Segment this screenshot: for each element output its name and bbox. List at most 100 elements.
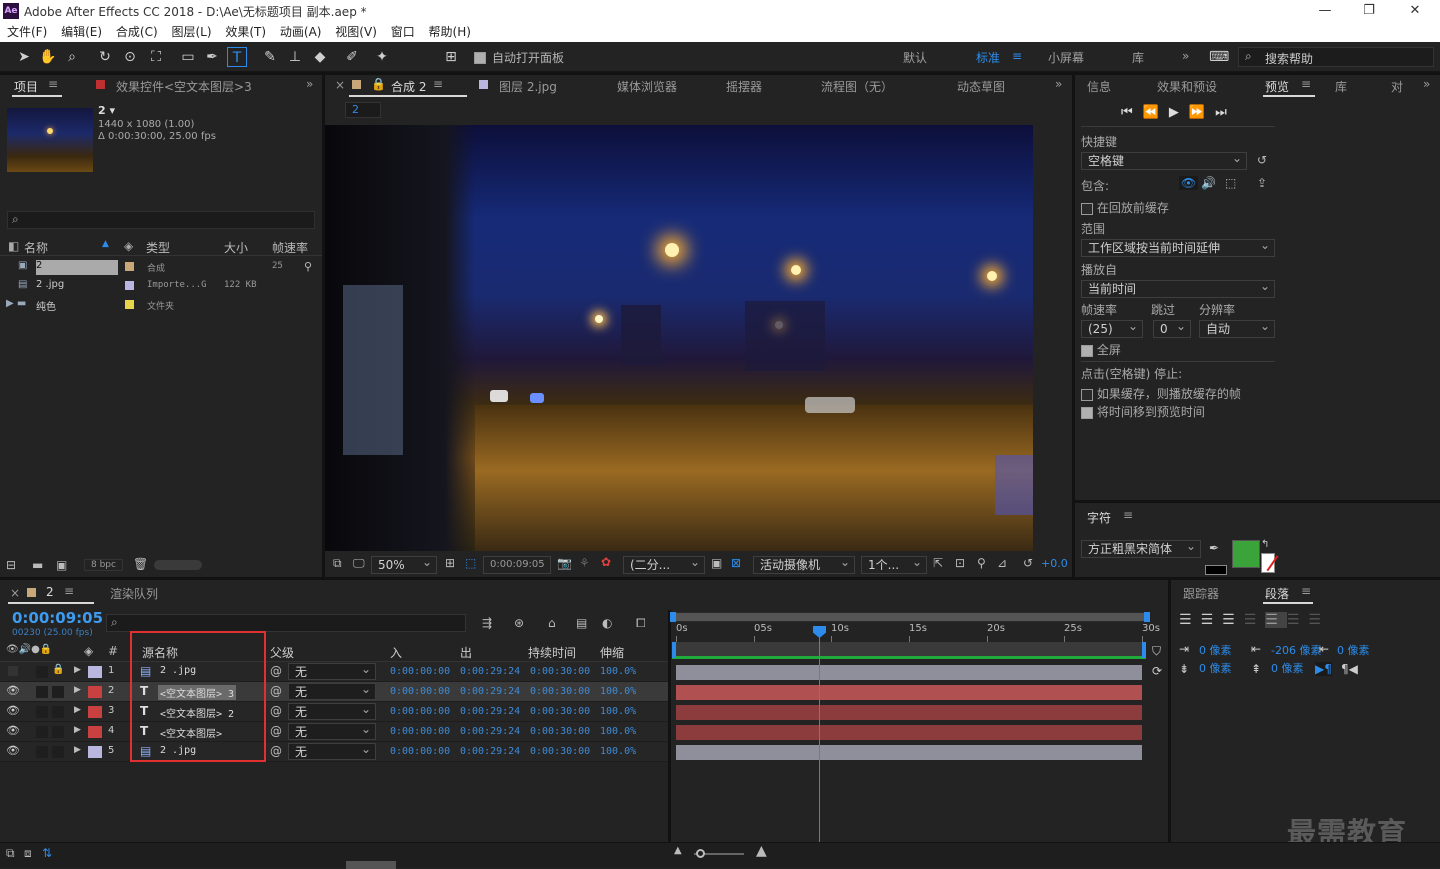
- col-parent[interactable]: 父级: [270, 644, 294, 661]
- reset-exposure-icon[interactable]: ↺: [1023, 556, 1033, 570]
- layer-stretch[interactable]: 100.0%: [600, 746, 636, 757]
- panel-more-icon[interactable]: »: [1423, 77, 1430, 91]
- panel-more-icon[interactable]: »: [306, 77, 313, 91]
- lock-toggle[interactable]: [52, 686, 64, 698]
- layer-stretch[interactable]: 100.0%: [600, 686, 636, 697]
- tab-effects-presets[interactable]: 效果和预设: [1157, 78, 1217, 95]
- layer-duration-bar[interactable]: [676, 745, 1142, 760]
- views-dropdown[interactable]: 1个...: [861, 554, 927, 574]
- fps-dropdown[interactable]: (25): [1081, 318, 1143, 338]
- swap-colors-icon[interactable]: ↰: [1261, 539, 1269, 550]
- space-before-value[interactable]: 0 像素: [1199, 660, 1232, 676]
- layer-in-time[interactable]: 0:00:00:00: [390, 746, 450, 757]
- space-after-value[interactable]: 0 像素: [1271, 660, 1304, 676]
- lock-toggle[interactable]: [52, 706, 64, 718]
- fast-preview-icon[interactable]: ⇱: [933, 556, 943, 570]
- timeline-timecode[interactable]: 0:00:09:05: [12, 609, 103, 627]
- zoom-dropdown[interactable]: 50%: [371, 554, 437, 574]
- motion-blur-icon[interactable]: ◐: [602, 616, 612, 630]
- timeline-menu-icon[interactable]: ≡: [64, 584, 74, 598]
- auto-open-checkbox[interactable]: [474, 50, 486, 64]
- navigator-start-handle[interactable]: [670, 612, 676, 622]
- camera-dropdown[interactable]: 活动摄像机: [753, 554, 855, 574]
- fullscreen-checkbox[interactable]: 全屏: [1081, 341, 1121, 358]
- project-item-row[interactable]: ▣ 2 合成 25 ⚲: [0, 258, 322, 277]
- parent-dropdown[interactable]: 无: [288, 741, 376, 760]
- parent-dropdown[interactable]: 无: [288, 701, 376, 720]
- layer-duration[interactable]: 0:00:30:00: [530, 666, 590, 677]
- restore-button[interactable]: ❐: [1354, 2, 1384, 20]
- tab-preview[interactable]: 预览: [1265, 78, 1289, 95]
- col-in[interactable]: 入: [390, 644, 402, 661]
- first-frame-icon[interactable]: ⏮: [1121, 105, 1143, 120]
- eraser-tool-icon[interactable]: ◆: [310, 47, 330, 67]
- solo-toggle[interactable]: [36, 726, 48, 738]
- current-time-display[interactable]: 0:00:09:05: [483, 556, 551, 574]
- justify-right-icon[interactable]: ☰: [1287, 612, 1309, 628]
- layer-stretch[interactable]: 100.0%: [600, 666, 636, 677]
- comp-mini-flowchart-icon[interactable]: ⇶: [482, 616, 492, 630]
- workspace-library[interactable]: 库: [1132, 49, 1144, 66]
- pickwhip-icon[interactable]: @: [270, 704, 282, 718]
- parent-dropdown[interactable]: 无: [288, 721, 376, 740]
- label-col-icon[interactable]: ◧: [8, 239, 19, 253]
- tab-motion-sketch[interactable]: 动态草图: [957, 78, 1005, 95]
- tab-timeline-comp[interactable]: 2: [46, 585, 54, 599]
- cache-option-checkbox[interactable]: 如果缓存，则播放缓存的帧: [1081, 385, 1241, 402]
- layer-duration-bar[interactable]: [676, 725, 1142, 740]
- menu-layer[interactable]: 图层(L): [171, 22, 211, 42]
- tab-paragraph[interactable]: 段落: [1265, 585, 1289, 602]
- channel-icon[interactable]: ✿: [601, 555, 611, 569]
- col-out[interactable]: 出: [460, 644, 472, 661]
- transparency-grid-icon[interactable]: ⊠: [731, 556, 741, 570]
- layer-duration[interactable]: 0:00:30:00: [530, 726, 590, 737]
- indent-first-value[interactable]: -206 像素: [1271, 642, 1321, 658]
- pan-behind-tool-icon[interactable]: ⛶: [146, 47, 166, 67]
- workspace-standard[interactable]: 标准: [976, 49, 1000, 66]
- panel-icon[interactable]: ⊞: [441, 47, 461, 67]
- layer-duration-bar[interactable]: [676, 665, 1142, 680]
- close-tab-icon[interactable]: ×: [10, 586, 20, 600]
- comp-marker-icon[interactable]: ⛉: [1152, 644, 1161, 659]
- roi-icon[interactable]: ▣: [711, 556, 722, 570]
- timeline-layer-row[interactable]: 👁 ▶ 2 T <空文本图层> 3 @ 无 0:00:00:00 0:00:29…: [0, 681, 668, 702]
- region-icon[interactable]: ⬚: [465, 556, 476, 570]
- puppet-pin-tool-icon[interactable]: ✦: [372, 47, 392, 67]
- tab-composition[interactable]: 合成 2: [391, 78, 426, 95]
- layer-label-color[interactable]: [88, 726, 102, 738]
- bpc-button[interactable]: 8 bpc: [84, 559, 123, 571]
- lock-toggle[interactable]: [52, 726, 64, 738]
- workspace-small[interactable]: 小屏幕: [1048, 49, 1084, 66]
- menu-composition[interactable]: 合成(C): [116, 22, 158, 42]
- layer-switches-icon[interactable]: ⧉: [6, 846, 15, 861]
- thumbnail-slider[interactable]: [154, 560, 202, 570]
- layer-duration[interactable]: 0:00:30:00: [530, 706, 590, 717]
- layer-out-time[interactable]: 0:00:29:24: [460, 686, 520, 697]
- lock-icon[interactable]: 🔒: [371, 77, 386, 91]
- expand-arrow-icon[interactable]: ▶: [74, 685, 81, 695]
- project-item-row[interactable]: ▶ ▬ 纯色 文件夹: [0, 296, 322, 315]
- resolution-dropdown[interactable]: 自动: [1199, 318, 1275, 338]
- layer-out-time[interactable]: 0:00:29:24: [460, 706, 520, 717]
- ltr-direction-icon[interactable]: ▶¶: [1315, 662, 1332, 676]
- preview-menu-icon[interactable]: ≡: [1301, 77, 1311, 91]
- monitor-icon[interactable]: 🖵: [353, 556, 365, 571]
- project-item-row[interactable]: ▤ 2 .jpg Importe...G 122 KB: [0, 277, 322, 296]
- frame-blending-icon[interactable]: ▤: [576, 616, 587, 630]
- zoom-out-icon[interactable]: ▲: [674, 845, 682, 856]
- move-time-checkbox[interactable]: 将时间移到预览时间: [1081, 403, 1205, 420]
- menu-view[interactable]: 视图(V): [335, 22, 377, 42]
- visibility-eye-icon[interactable]: 👁: [6, 724, 20, 737]
- zoom-slider[interactable]: [694, 849, 744, 858]
- hand-tool-icon[interactable]: ✋: [38, 47, 58, 67]
- solo-toggle[interactable]: [36, 666, 48, 678]
- interpret-footage-icon[interactable]: ⊟: [6, 558, 16, 572]
- zoom-tool-icon[interactable]: ⌕: [62, 47, 82, 67]
- col-stretch[interactable]: 伸缩: [600, 644, 624, 661]
- new-folder-icon[interactable]: ▬: [32, 558, 43, 572]
- comp-breadcrumb[interactable]: 2: [345, 102, 381, 118]
- layer-duration-bar[interactable]: [676, 685, 1142, 700]
- menu-effect[interactable]: 效果(T): [225, 22, 266, 42]
- menu-file[interactable]: 文件(F): [7, 22, 47, 42]
- next-frame-icon[interactable]: ⏩: [1189, 105, 1215, 120]
